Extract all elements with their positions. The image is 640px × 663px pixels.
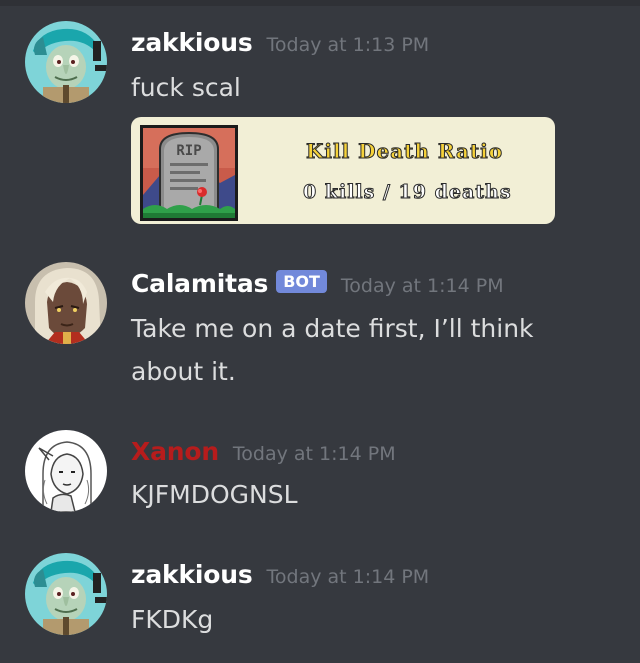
avatar-zakkious[interactable] bbox=[25, 21, 107, 103]
message-text-line: about it. bbox=[131, 357, 236, 386]
message-text: fuck scal bbox=[131, 73, 241, 102]
avatar-zakkious[interactable] bbox=[25, 553, 107, 635]
username[interactable]: zakkious bbox=[131, 28, 253, 57]
message-header: Calamitas BOT Today at 1:14 PM bbox=[131, 269, 504, 298]
message-text: KJFMDOGNSL bbox=[131, 480, 298, 509]
timestamp[interactable]: Today at 1:14 PM bbox=[341, 275, 504, 297]
top-divider bbox=[0, 0, 640, 6]
tombstone-rip-text: RIP bbox=[176, 143, 201, 159]
message-text: Take me on a date first, I’ll think abou… bbox=[131, 307, 534, 393]
message-text: FKDKg bbox=[131, 605, 214, 634]
avatar-calamitas[interactable] bbox=[25, 262, 107, 344]
timestamp[interactable]: Today at 1:14 PM bbox=[233, 443, 396, 465]
tombstone-rip-image: RIP bbox=[140, 125, 238, 221]
timestamp[interactable]: Today at 1:13 PM bbox=[267, 34, 430, 56]
avatar-xanon[interactable] bbox=[25, 430, 107, 512]
username[interactable]: zakkious bbox=[131, 560, 253, 589]
message-text-line: Take me on a date first, I’ll think bbox=[131, 314, 534, 343]
username[interactable]: Calamitas bbox=[131, 269, 268, 298]
embed-title: Kill Death Ratio bbox=[305, 139, 504, 164]
message-header: Xanon Today at 1:14 PM bbox=[131, 437, 396, 466]
message-header: zakkious Today at 1:13 PM bbox=[131, 28, 429, 57]
bot-badge: BOT bbox=[276, 270, 327, 293]
timestamp[interactable]: Today at 1:14 PM bbox=[267, 566, 430, 588]
embed-subtitle: 0 kills / 19 deaths bbox=[303, 181, 512, 204]
kdr-embed[interactable]: RIP Kill Death Ratio 0 kills / 19 deaths bbox=[131, 117, 555, 224]
username[interactable]: Xanon bbox=[131, 437, 219, 466]
message-header: zakkious Today at 1:14 PM bbox=[131, 560, 429, 589]
